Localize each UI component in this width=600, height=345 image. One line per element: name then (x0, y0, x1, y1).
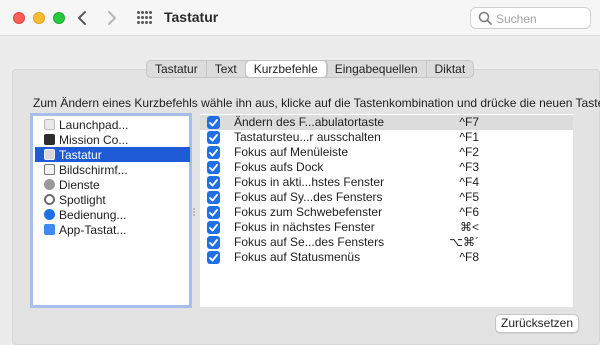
tab-eingabequellen[interactable]: Eingabequellen (327, 61, 427, 77)
shortcut-keys[interactable]: ⌘< (460, 220, 479, 235)
shortcut-checkbox[interactable] (207, 131, 220, 144)
shortcut-checkbox[interactable] (207, 236, 220, 249)
category-label: Dienste (59, 177, 100, 192)
checkmark-icon (209, 223, 218, 231)
shortcut-checkbox[interactable] (207, 206, 220, 219)
accessibility-icon (44, 209, 55, 220)
shortcut-keys[interactable]: ^F6 (459, 205, 479, 220)
checkmark-icon (209, 178, 218, 186)
category-item-bedienungshilfen[interactable]: Bedienung... (35, 207, 190, 222)
category-label: Mission Co... (59, 132, 129, 147)
shortcut-label: Fokus aufs Dock (234, 160, 324, 174)
shortcut-label: Ändern des F...abulatortaste (234, 115, 385, 129)
shortcut-row[interactable]: Fokus auf Sy...des Fensters ^F5 (200, 190, 573, 205)
search-icon (478, 11, 492, 25)
shortcut-row[interactable]: Ändern des F...abulatortaste ^F7 (200, 115, 573, 130)
minimize-window-button[interactable] (33, 12, 45, 24)
zoom-window-button[interactable] (53, 12, 65, 24)
shortcut-checkbox[interactable] (207, 221, 220, 234)
checkmark-icon (209, 238, 218, 246)
split-view-handle[interactable] (193, 208, 196, 216)
shortcut-checkbox[interactable] (207, 146, 220, 159)
shortcut-checkbox[interactable] (207, 116, 220, 129)
checkmark-icon (209, 163, 218, 171)
category-label: Launchpad... (59, 117, 129, 132)
category-item-launchpad[interactable]: Launchpad... (35, 117, 190, 132)
category-item-tastatur[interactable]: Tastatur (35, 147, 190, 162)
category-item-dienste[interactable]: Dienste (35, 177, 190, 192)
category-label: Spotlight (59, 192, 106, 207)
shortcut-row[interactable]: Fokus auf Se...des Fensters ⌥⌘´ (200, 235, 573, 250)
shortcut-row[interactable]: Fokus zum Schwebefenster ^F6 (200, 205, 573, 220)
checkmark-icon (209, 253, 218, 261)
shortcut-keys[interactable]: ^F7 (459, 115, 479, 130)
instruction-text: Zum Ändern eines Kurzbefehls wähle ihn a… (33, 96, 600, 110)
shortcut-row[interactable]: Fokus in akti...hstes Fenster ^F4 (200, 175, 573, 190)
shortcut-label: Fokus in nächstes Fenster (234, 220, 375, 234)
tab-kurzbefehle[interactable]: Kurzbefehle (245, 61, 327, 77)
chevron-right-icon (108, 11, 116, 25)
category-label: Tastatur (59, 147, 102, 162)
category-label: Bedienung... (59, 207, 127, 222)
shortcut-label: Tastatursteu...r ausschalten (234, 130, 381, 144)
checkmark-icon (209, 118, 218, 126)
shortcut-row[interactable]: Tastatursteu...r ausschalten ^F1 (200, 130, 573, 145)
reset-button[interactable]: Zurücksetzen (495, 314, 579, 333)
screenshot-icon (44, 164, 55, 175)
checkmark-icon (209, 193, 218, 201)
shortcut-label: Fokus auf Menüleiste (234, 145, 349, 159)
category-label: App-Tastat... (59, 222, 127, 237)
shortcut-keys[interactable]: ^F3 (459, 160, 479, 175)
shortcut-checkbox[interactable] (207, 191, 220, 204)
chevron-left-icon (78, 11, 86, 25)
app-shortcuts-icon (44, 224, 55, 235)
checkmark-icon (209, 133, 218, 141)
shortcut-row[interactable]: Fokus aufs Dock ^F3 (200, 160, 573, 175)
title-bar: Tastatur Suchen (0, 0, 600, 36)
shortcut-checkbox[interactable] (207, 161, 220, 174)
search-placeholder: Suchen (496, 12, 537, 26)
shortcut-keys[interactable]: ^F8 (459, 250, 479, 265)
shortcut-keys[interactable]: ^F2 (459, 145, 479, 160)
checkmark-icon (209, 208, 218, 216)
close-window-button[interactable] (13, 12, 25, 24)
spotlight-icon (44, 194, 55, 205)
shortcut-keys[interactable]: ^F4 (459, 175, 479, 190)
tab-bar: Tastatur Text Kurzbefehle Eingabequellen… (146, 60, 475, 78)
shortcut-row[interactable]: Fokus in nächstes Fenster ⌘< (200, 220, 573, 235)
forward-button[interactable] (101, 8, 123, 28)
shortcut-keys[interactable]: ^F5 (459, 190, 479, 205)
category-list[interactable]: Launchpad... Mission Co... Tastatur Bild… (30, 113, 192, 308)
shortcut-row[interactable]: Fokus auf Menüleiste ^F2 (200, 145, 573, 160)
tab-diktat[interactable]: Diktat (427, 61, 474, 77)
tab-tastatur[interactable]: Tastatur (147, 61, 207, 77)
launchpad-icon (44, 119, 55, 130)
back-button[interactable] (71, 8, 93, 28)
shortcut-label: Fokus auf Se...des Fensters (234, 235, 385, 249)
tab-text[interactable]: Text (207, 61, 246, 77)
shortcut-keys[interactable]: ⌥⌘´ (449, 235, 479, 250)
category-item-bildschirmfoto[interactable]: Bildschirmf... (35, 162, 190, 177)
shortcut-label: Fokus auf Sy...des Fensters (234, 190, 383, 204)
window-title: Tastatur (164, 9, 219, 25)
shortcut-label: Fokus auf Statusmenüs (234, 250, 361, 264)
mission-control-icon (44, 134, 55, 145)
checkmark-icon (209, 148, 218, 156)
shortcut-label: Fokus zum Schwebefenster (234, 205, 383, 219)
shortcut-checkbox[interactable] (207, 251, 220, 264)
search-field[interactable]: Suchen (470, 7, 591, 29)
gear-icon (44, 179, 55, 190)
shortcut-row[interactable]: Fokus auf Statusmenüs ^F8 (200, 250, 573, 265)
shortcut-label: Fokus in akti...hstes Fenster (234, 175, 385, 189)
category-item-mission-control[interactable]: Mission Co... (35, 132, 190, 147)
category-item-app-tastaturkurzbefehle[interactable]: App-Tastat... (35, 222, 190, 237)
category-item-spotlight[interactable]: Spotlight (35, 192, 190, 207)
shortcut-keys[interactable]: ^F1 (459, 130, 479, 145)
keyboard-icon (44, 149, 55, 160)
show-all-grid-icon[interactable] (137, 11, 153, 25)
shortcut-checkbox[interactable] (207, 176, 220, 189)
shortcut-list[interactable]: Ändern des F...abulatortaste ^F7 Tastatu… (200, 114, 573, 307)
category-label: Bildschirmf... (59, 162, 128, 177)
